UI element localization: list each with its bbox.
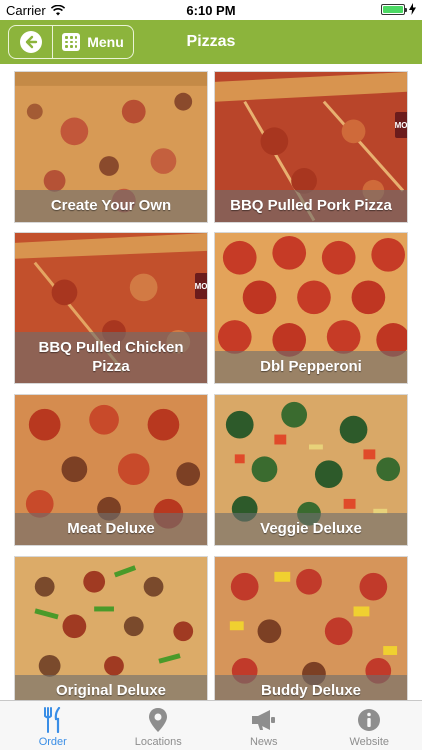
pizza-grid: Create Your Own MO BBQ Pulled Pork Pizza… [0,64,422,700]
pizza-tile-buddy-deluxe[interactable]: Buddy Deluxe [214,556,408,700]
status-right [381,3,416,15]
battery-icon [381,3,407,15]
grid-menu-icon [62,33,81,51]
info-icon [357,707,381,733]
tab-label: News [249,736,278,748]
tab-locations[interactable]: Locations [106,701,212,750]
charging-bolt-icon [409,3,416,15]
tab-order[interactable]: Order [0,701,106,750]
pizza-name: Veggie Deluxe [215,513,407,545]
fork-knife-icon [42,707,64,733]
mo-badge: MO [195,273,207,299]
pizza-name: Meat Deluxe [15,513,207,545]
pizza-tile-bbq-pulled-pork[interactable]: MO BBQ Pulled Pork Pizza [214,71,408,223]
pizza-tile-dbl-pepperoni[interactable]: Dbl Pepperoni [214,232,408,384]
pizza-name: Dbl Pepperoni [215,351,407,383]
menu-button-label: Menu [87,34,124,50]
tab-label: Locations [134,736,182,748]
pizza-tile-meat-deluxe[interactable]: Meat Deluxe [14,394,208,546]
status-time: 6:10 PM [186,3,236,18]
pizza-name: Original Deluxe [15,675,207,700]
nav-bar: Menu Pizzas [0,20,422,64]
pizza-tile-original-deluxe[interactable]: Original Deluxe [14,556,208,700]
back-button[interactable] [9,26,53,58]
pizza-name: BBQ Pulled Pork Pizza [215,190,407,222]
tab-website[interactable]: Website [317,701,422,750]
menu-button[interactable]: Menu [53,26,133,58]
pizza-name: Buddy Deluxe [215,675,407,700]
pizza-tile-bbq-pulled-chicken[interactable]: MO BBQ Pulled Chicken Pizza [14,232,208,384]
pizza-tile-veggie-deluxe[interactable]: Veggie Deluxe [214,394,408,546]
tab-news[interactable]: News [211,701,317,750]
tab-label: Order [38,736,67,748]
status-bar: Carrier 6:10 PM [0,0,422,20]
nav-button-group: Menu [8,25,134,59]
back-arrow-icon [19,31,42,53]
tab-bar: Order Locations News Website [0,700,422,750]
pizza-tile-create-your-own[interactable]: Create Your Own [14,71,208,223]
pizza-name: Create Your Own [15,190,207,222]
tab-label: Website [349,736,390,748]
mo-badge: MO [395,112,407,138]
map-pin-icon [148,707,168,733]
megaphone-icon [250,707,278,733]
pizza-name: BBQ Pulled Chicken Pizza [15,332,207,383]
